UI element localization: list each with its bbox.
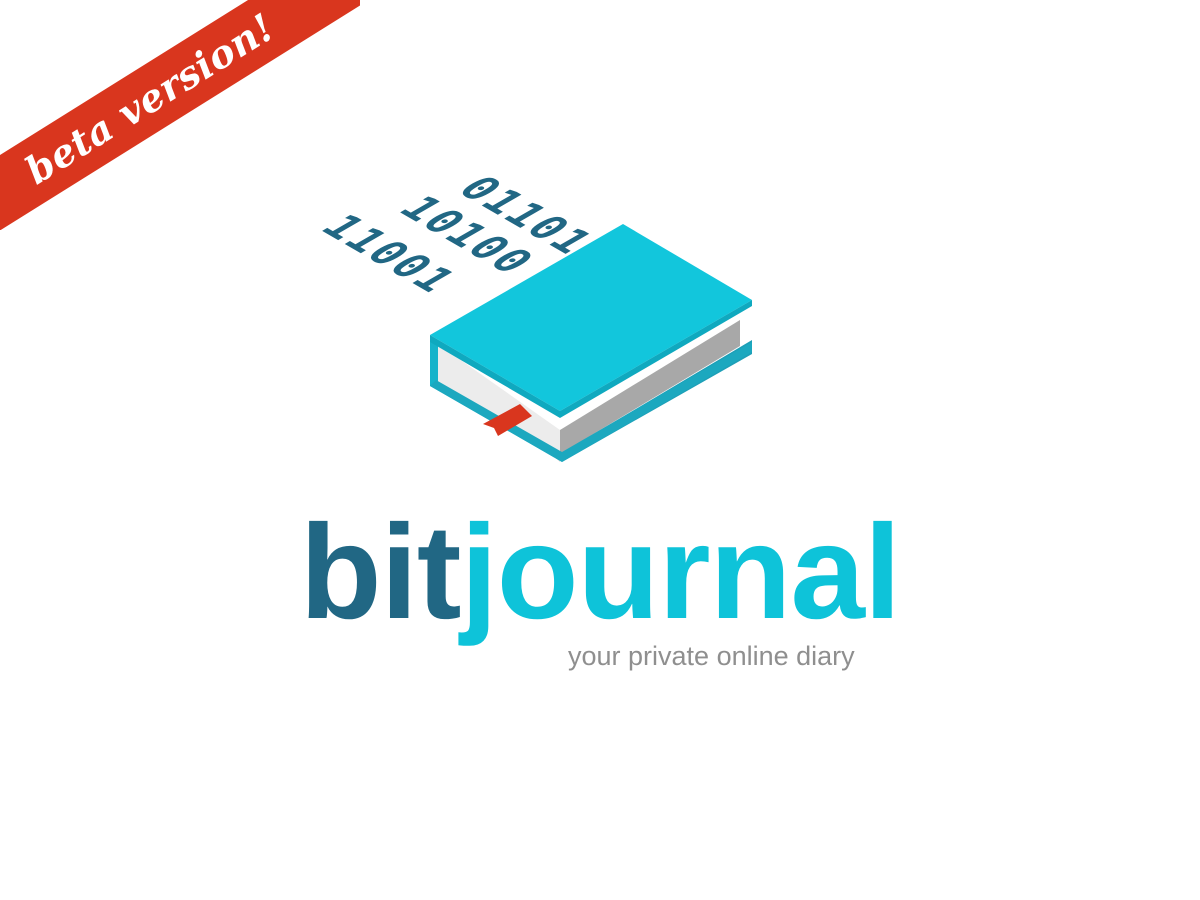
book-cover-edge bbox=[430, 300, 752, 418]
brand-logotype: bitjournal bbox=[300, 506, 901, 640]
brand-bit: bit bbox=[299, 498, 462, 647]
beta-ribbon-band: beta version! bbox=[0, 0, 360, 230]
beta-ribbon: beta version! bbox=[0, 0, 360, 230]
tagline: your private online diary bbox=[568, 641, 855, 671]
binary-row: 01101 bbox=[446, 170, 605, 262]
brand-journal: journal bbox=[460, 498, 902, 647]
brand-wordmark: bitjournal bbox=[0, 506, 1200, 640]
book-back-cover bbox=[430, 340, 752, 462]
bookmark-icon bbox=[483, 404, 532, 436]
beta-ribbon-label: beta version! bbox=[17, 4, 283, 194]
binary-row: 10100 bbox=[387, 190, 546, 282]
landing-page: beta version! 01101 10100 11001 bitjournal… bbox=[0, 0, 1200, 900]
book-spine bbox=[430, 336, 562, 462]
book-pages-left bbox=[434, 343, 560, 462]
book-bottom-edge bbox=[430, 342, 752, 462]
book-cover bbox=[430, 224, 752, 411]
book-pages-right bbox=[560, 320, 740, 454]
book-pages-front bbox=[438, 344, 560, 454]
